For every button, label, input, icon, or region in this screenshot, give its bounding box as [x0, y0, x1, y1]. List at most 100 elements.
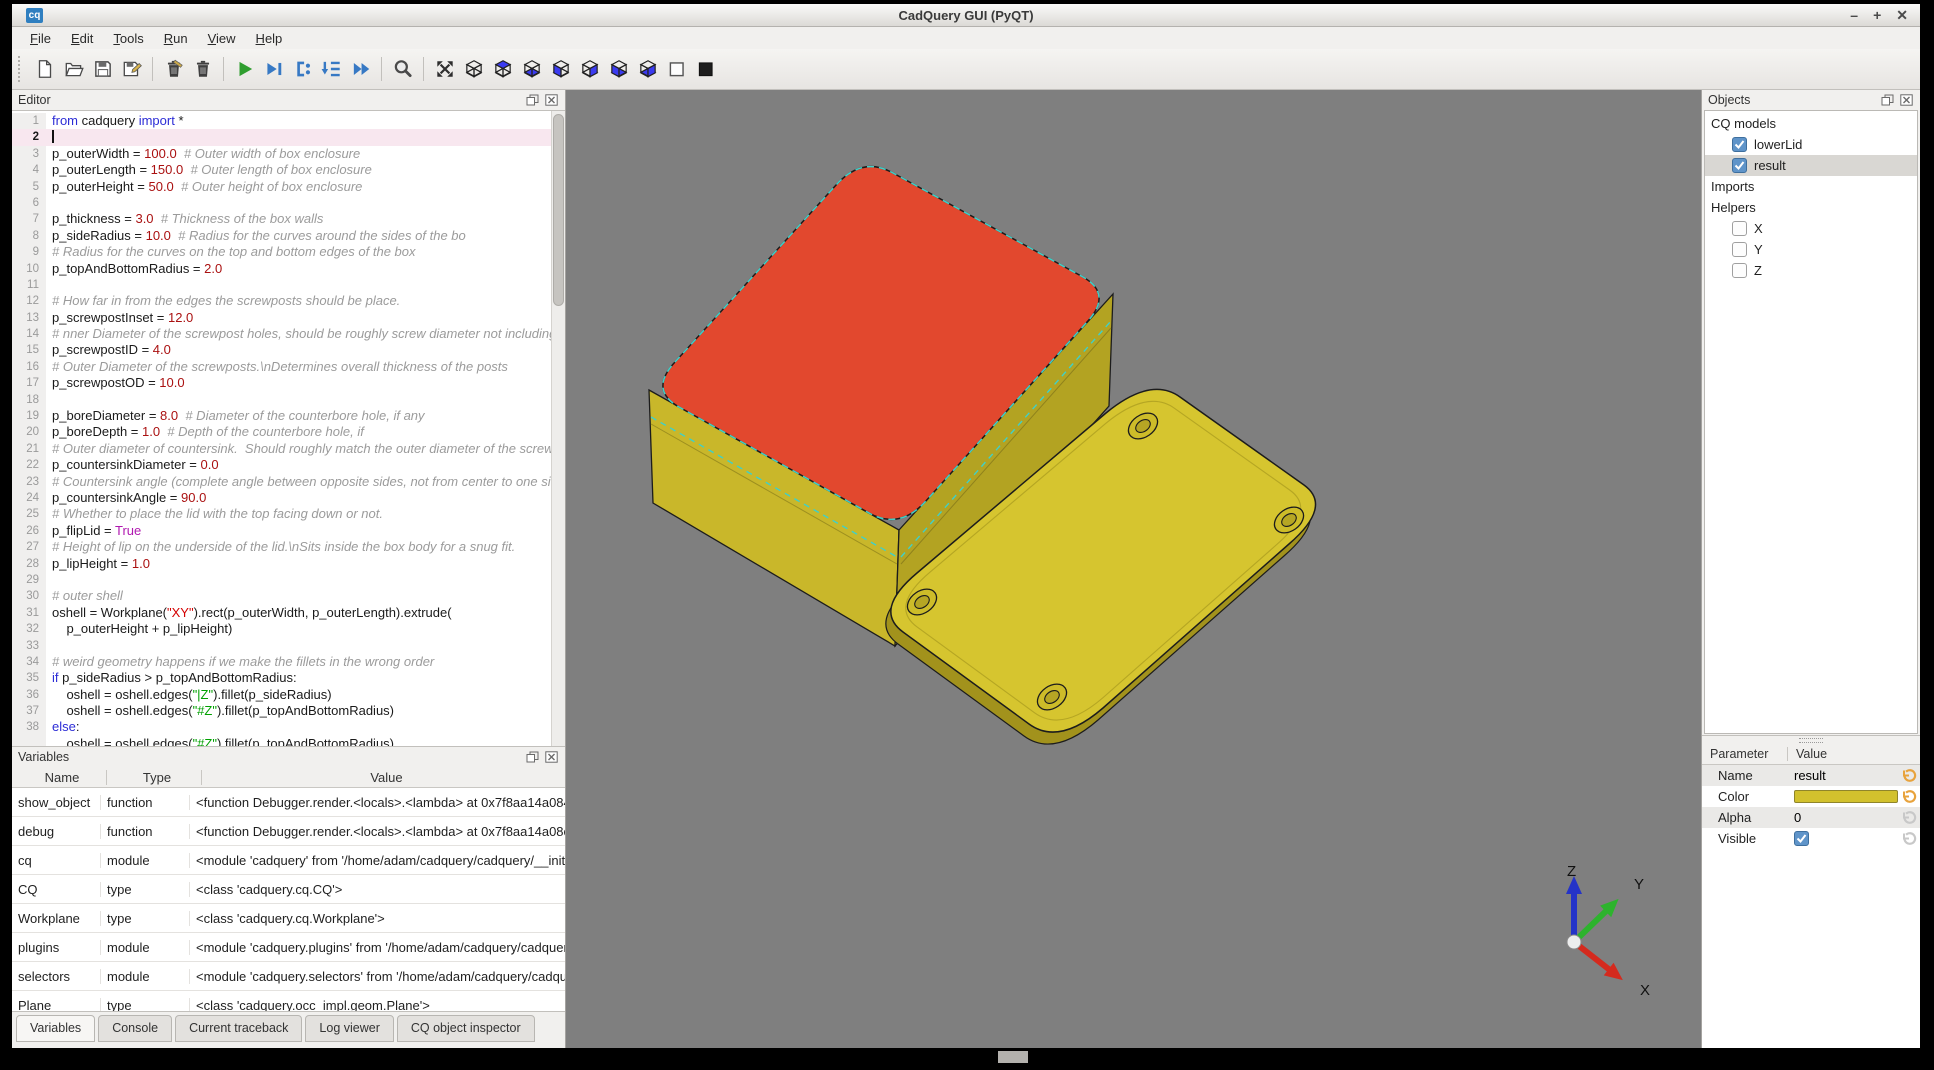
menu-run[interactable]: Run: [154, 29, 198, 48]
code-line[interactable]: 37 oshell = oshell.edges("#Z").fillet(p_…: [12, 703, 552, 719]
undo-icon[interactable]: [1898, 831, 1920, 847]
view-top-button[interactable]: [489, 56, 516, 83]
render-button[interactable]: [231, 56, 258, 83]
zoom-magnifier-button[interactable]: [389, 56, 416, 83]
code-line[interactable]: oshell = oshell.edges("#Z").fillet(p_top…: [12, 736, 552, 746]
code-line[interactable]: 35if p_sideRadius > p_topAndBottomRadius…: [12, 670, 552, 686]
code-line[interactable]: 33: [12, 638, 552, 654]
object-item-lowerlid[interactable]: lowerLid: [1705, 134, 1917, 155]
variable-row[interactable]: selectorsmodule<module 'cadquery.selecto…: [12, 962, 565, 991]
menu-tools[interactable]: Tools: [103, 29, 153, 48]
code-line[interactable]: 10p_topAndBottomRadius = 2.0: [12, 261, 552, 277]
save-as-button[interactable]: [118, 56, 145, 83]
open-file-button[interactable]: [60, 56, 87, 83]
step-button[interactable]: [289, 56, 316, 83]
checkbox-checked[interactable]: [1732, 158, 1747, 173]
checkbox-unchecked[interactable]: [1732, 221, 1747, 236]
code-line[interactable]: 17p_screwpostOD = 10.0: [12, 375, 552, 391]
view-back-button[interactable]: [576, 56, 603, 83]
code-line[interactable]: 18: [12, 392, 552, 408]
variables-close-button[interactable]: [543, 750, 559, 764]
tab-cq-object-inspector[interactable]: CQ object inspector: [397, 1015, 535, 1042]
close-button[interactable]: ✕: [1896, 8, 1908, 22]
code-line[interactable]: 3p_outerWidth = 100.0 # Outer width of b…: [12, 146, 552, 162]
viewport-3d[interactable]: Z Y X: [565, 90, 1702, 1048]
code-line[interactable]: 14# nner Diameter of the screwpost holes…: [12, 326, 552, 342]
code-line[interactable]: 16# Outer Diameter of the screwposts.\nD…: [12, 359, 552, 375]
code-line[interactable]: 19p_boreDiameter = 8.0 # Diameter of the…: [12, 408, 552, 424]
code-line[interactable]: 12# How far in from the edges the screwp…: [12, 293, 552, 309]
view-bottom-button[interactable]: [518, 56, 545, 83]
checkbox-unchecked[interactable]: [1732, 242, 1747, 257]
view-left-button[interactable]: [605, 56, 632, 83]
view-front-button[interactable]: [547, 56, 574, 83]
menu-edit[interactable]: Edit: [61, 29, 103, 48]
code-line[interactable]: 6: [12, 195, 552, 211]
object-item-z[interactable]: Z: [1705, 260, 1917, 281]
undo-icon[interactable]: [1898, 810, 1920, 826]
checkbox-checked[interactable]: [1732, 137, 1747, 152]
tab-variables[interactable]: Variables: [16, 1015, 95, 1042]
code-line[interactable]: 4p_outerLength = 150.0 # Outer length of…: [12, 162, 552, 178]
editor-scrollbar-thumb[interactable]: [553, 114, 564, 306]
code-editor[interactable]: 1from cadquery import *23p_outerWidth = …: [12, 110, 565, 747]
code-line[interactable]: 15p_screwpostID = 4.0: [12, 342, 552, 358]
object-item-x[interactable]: X: [1705, 218, 1917, 239]
variables-float-button[interactable]: [524, 750, 540, 764]
tab-log-viewer[interactable]: Log viewer: [305, 1015, 393, 1042]
new-file-button[interactable]: [31, 56, 58, 83]
code-line[interactable]: 32 p_outerHeight + p_lipHeight): [12, 621, 552, 637]
variable-row[interactable]: show_objectfunction<function Debugger.re…: [12, 788, 565, 817]
code-line[interactable]: 21# Outer diameter of countersink. Shoul…: [12, 441, 552, 457]
code-line[interactable]: 8p_sideRadius = 10.0 # Radius for the cu…: [12, 228, 552, 244]
step-into-button[interactable]: [318, 56, 345, 83]
code-line[interactable]: 31oshell = Workplane("XY").rect(p_outerW…: [12, 605, 552, 621]
objects-float-button[interactable]: [1879, 93, 1895, 107]
column-header-type[interactable]: Type: [106, 770, 201, 785]
toolbar-drag-handle[interactable]: [18, 56, 25, 82]
editor-close-button[interactable]: [543, 93, 559, 107]
checkbox-unchecked[interactable]: [1732, 263, 1747, 278]
parameter-row-name[interactable]: Nameresult: [1702, 765, 1920, 786]
parameter-row-visible[interactable]: Visible: [1702, 828, 1920, 849]
code-line[interactable]: 1from cadquery import *: [12, 113, 552, 129]
column-header-value[interactable]: Value: [201, 770, 565, 785]
fit-view-button[interactable]: [431, 56, 458, 83]
maximize-button[interactable]: +: [1873, 8, 1881, 22]
object-item-y[interactable]: Y: [1705, 239, 1917, 260]
code-line[interactable]: 23# Countersink angle (complete angle be…: [12, 474, 552, 490]
editor-float-button[interactable]: [524, 93, 540, 107]
delete-all-button[interactable]: [189, 56, 216, 83]
code-line[interactable]: 11: [12, 277, 552, 293]
code-line[interactable]: 9# Radius for the curves on the top and …: [12, 244, 552, 260]
variable-row[interactable]: Planetype<class 'cadquery.occ_impl.geom.…: [12, 991, 565, 1012]
view-iso-button[interactable]: [460, 56, 487, 83]
object-group-cq-models[interactable]: CQ models: [1705, 113, 1917, 134]
menu-file[interactable]: File: [20, 29, 61, 48]
code-line[interactable]: 29: [12, 572, 552, 588]
code-line[interactable]: 25# Whether to place the lid with the to…: [12, 506, 552, 522]
code-line[interactable]: 13p_screwpostInset = 12.0: [12, 310, 552, 326]
display-shaded-button[interactable]: [692, 56, 719, 83]
object-group-helpers[interactable]: Helpers: [1705, 197, 1917, 218]
code-line[interactable]: 5p_outerHeight = 50.0 # Outer height of …: [12, 179, 552, 195]
title-bar[interactable]: cq CadQuery GUI (PyQT) – + ✕: [12, 4, 1920, 27]
objects-close-button[interactable]: [1898, 93, 1914, 107]
continue-button[interactable]: [347, 56, 374, 83]
code-line[interactable]: 30# outer shell: [12, 588, 552, 604]
variable-row[interactable]: cqmodule<module 'cadquery' from '/home/a…: [12, 846, 565, 875]
code-line[interactable]: 38else:: [12, 719, 552, 735]
view-right-button[interactable]: [634, 56, 661, 83]
parameter-row-alpha[interactable]: Alpha0: [1702, 807, 1920, 828]
undo-icon[interactable]: [1898, 789, 1920, 805]
menu-view[interactable]: View: [198, 29, 246, 48]
editor-scrollbar[interactable]: [551, 111, 565, 746]
code-line[interactable]: 27# Height of lip on the underside of th…: [12, 539, 552, 555]
column-header-name[interactable]: Name: [12, 770, 106, 785]
code-line[interactable]: 28p_lipHeight = 1.0: [12, 556, 552, 572]
debug-button[interactable]: [260, 56, 287, 83]
tab-console[interactable]: Console: [98, 1015, 172, 1042]
menu-help[interactable]: Help: [246, 29, 293, 48]
variable-row[interactable]: Workplanetype<class 'cadquery.cq.Workpla…: [12, 904, 565, 933]
minimize-button[interactable]: –: [1850, 8, 1858, 22]
